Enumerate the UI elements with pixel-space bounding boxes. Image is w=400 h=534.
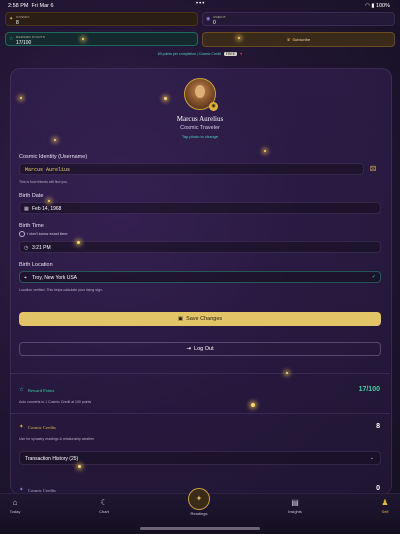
credit-stat-value: 0 [213, 20, 216, 26]
moon-icon: ☾ [100, 498, 108, 507]
birth-time-value: 3:21 PM [32, 245, 51, 251]
birth-date-value: Feb 14, 1968 [32, 206, 62, 212]
clock-icon: ◷ [24, 244, 29, 251]
save-changes-button[interactable]: ▣ Save Changes [19, 312, 381, 326]
username-value: Marcus Aurelius [25, 167, 71, 173]
username-field[interactable]: Marcus Aurelius [19, 163, 364, 175]
location-pin-icon: ⌖ [24, 274, 27, 281]
divider [10, 373, 390, 374]
reward-points-help: Auto converts to 1 Cosmic Credit at 100 … [19, 400, 92, 404]
tab-chart[interactable]: ☾ Chart [89, 498, 119, 514]
reward-points-value: 17/100 [358, 386, 380, 393]
home-icon: ⌂ [12, 498, 18, 507]
birth-date-field[interactable]: ▦ Feb 14, 1968 [19, 202, 381, 214]
next-section-value: 0 [376, 485, 380, 492]
change-photo-hint[interactable]: Tap photo to change [0, 134, 400, 139]
checkbox-circle [19, 231, 25, 237]
chevron-down-icon: ⌄ [369, 455, 374, 461]
sparkle [251, 403, 255, 407]
sparkle [48, 200, 50, 202]
star-icon: ☆ [9, 36, 14, 42]
tab-today[interactable]: ⌂ Today [0, 498, 30, 514]
username-label: Cosmic Identity (Username) [19, 154, 88, 160]
heart-icon: ♥ [240, 52, 243, 56]
verified-check-icon: ✓ [371, 274, 376, 280]
calendar-icon: ▦ [24, 205, 29, 212]
birth-time-label: Birth Time [19, 223, 44, 229]
dice-icon: ✦ [9, 16, 14, 22]
sparkle [286, 372, 288, 374]
sparkle [54, 139, 56, 141]
cosmic-stat-label: Cosmic [16, 15, 30, 19]
profile-title: Cosmic Traveler [180, 125, 220, 131]
birth-location-label: Birth Location [19, 262, 53, 268]
username-help: This is how friends will find you. [19, 180, 69, 184]
transaction-history-dropdown[interactable]: Transaction History (25) ⌄ [19, 451, 381, 465]
avatar[interactable]: ◉ [184, 78, 218, 111]
free-badge: FREE [223, 52, 238, 56]
birth-location-value: Troy, New York USA [32, 275, 78, 281]
status-time: 2:58 PM Fri Mar 6 [8, 3, 54, 9]
cosmic-credits-title: Cosmic Credits [28, 425, 56, 430]
tab-readings[interactable]: ✦ [188, 488, 210, 510]
promo-line: 83 points per completion | Cosmic Credit… [157, 52, 243, 56]
unknown-time-checkbox[interactable]: I don't know exact time [19, 231, 68, 237]
logout-icon: ⇥ [186, 346, 191, 352]
status-right: ◠ ▮ 100% [365, 3, 390, 9]
camera-icon[interactable]: ◉ [209, 102, 218, 111]
birth-date-label: Birth Date [19, 193, 44, 199]
tab-insights[interactable]: ▤ Insights [280, 498, 310, 514]
points-stat-value: 17/100 [16, 40, 32, 46]
birth-time-field[interactable]: ◷ 3:21 PM [19, 241, 381, 253]
cosmic-stat-value: 8 [16, 20, 19, 26]
person-icon: ♟ [381, 498, 389, 507]
subscribe-button[interactable]: ♛ Subscribe [202, 32, 395, 47]
avatar-face [195, 85, 205, 98]
sparkle [20, 97, 22, 99]
cosmic-credits-value: 8 [376, 423, 380, 430]
sparkle [164, 97, 167, 100]
reward-points-title: Reward Points [28, 388, 55, 393]
birth-location-field[interactable]: ⌖ Troy, New York USA ✓ [19, 271, 381, 283]
crown-icon: ♛ [286, 37, 291, 42]
status-bar: 2:58 PM Fri Mar 6 ••• ◠ ▮ 100% [0, 0, 400, 10]
multitask-dots[interactable]: ••• [196, 1, 205, 7]
tab-self[interactable]: ♟ Self [370, 498, 400, 514]
cosmic-stat[interactable]: ✦ Cosmic 8 [5, 12, 198, 26]
dice-icon: ✦ [19, 424, 24, 430]
book-icon: ▤ [291, 498, 299, 507]
dice-icon: ✦ [195, 494, 203, 503]
credit-stat[interactable]: ◉ Credit 0 [202, 12, 395, 26]
points-stat[interactable]: ☆ Reward Points 17/100 [5, 32, 198, 46]
sparkle [82, 38, 84, 40]
planet-icon: ◉ [206, 16, 211, 22]
sparkle [264, 150, 266, 152]
randomize-dice-icon[interactable]: ⚄ [370, 165, 376, 173]
credit-stat-label: Credit [213, 15, 226, 19]
transaction-history-label: Transaction History (25) [25, 456, 79, 462]
location-help: Location verified. This helps calculate … [19, 288, 103, 292]
star-icon: ☆ [19, 387, 24, 393]
home-indicator [140, 527, 260, 530]
logout-button[interactable]: ⇥ Log Out [19, 342, 381, 356]
tab-readings-label: Readings [190, 511, 208, 516]
sparkle [238, 37, 240, 39]
sparkle [78, 465, 81, 468]
divider [10, 413, 390, 414]
profile-name: Marcus Aurelius [176, 115, 224, 123]
cosmic-credits-help: Use for synastry readings & relationship… [19, 437, 95, 441]
points-stat-label: Reward Points [16, 35, 46, 39]
sparkle [77, 241, 80, 244]
save-icon: ▣ [177, 316, 184, 322]
